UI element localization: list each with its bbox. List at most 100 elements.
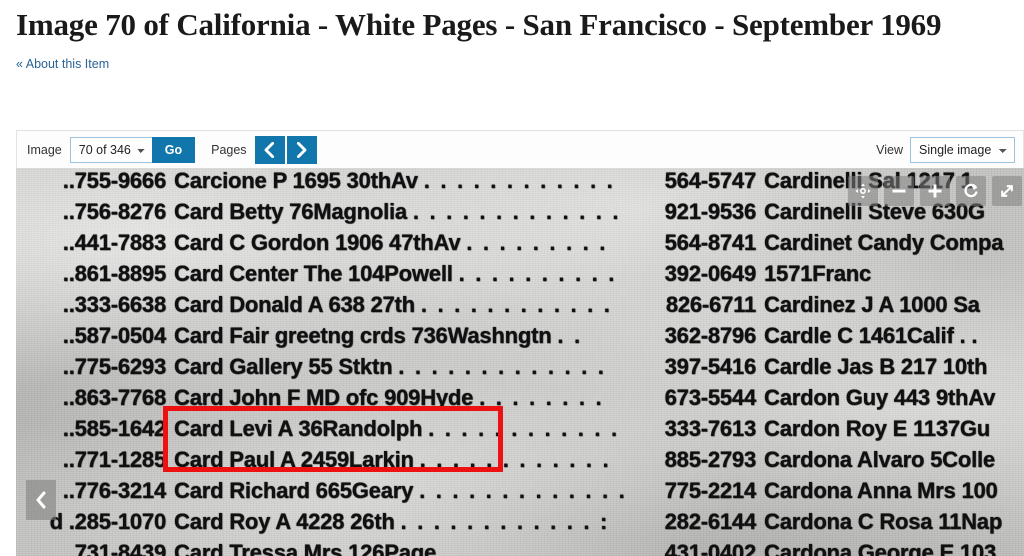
directory-phone-column-1: ..333-6638 [62,292,166,317]
directory-phone-column-1: ..755-9666 [62,168,166,193]
directory-phone-column-1: ..775-6293 [62,354,166,379]
pan-icon [855,183,871,199]
directory-row: ..333-6638 Card Donald A 638 27th . . . .… [16,292,1024,323]
directory-entry-name: Card Betty 76Magnolia [174,199,407,224]
directory-row: ..775-6293 Card Gallery 55 Stktn . . . . … [16,354,1024,385]
expand-icon [1001,185,1013,197]
fullscreen-button[interactable] [992,176,1022,206]
directory-name-column-1: Card Levi A 36Randolph . . . . . . . . .… [172,416,630,442]
directory-name-column-1: Card Richard 665Geary . . . . . . . . . … [172,478,630,504]
view-label: View [876,142,903,157]
directory-entry-name: Card Fair greetng crds 736Washngtn [174,323,552,348]
directory-name-column-1: Card Betty 76Magnolia . . . . . . . . . … [172,199,630,225]
previous-page-button[interactable] [254,135,285,164]
directory-phone-column-1: ..861-8895 [62,261,166,286]
toolbar-left-group: Image 70 of 346 Go Pages [27,135,319,164]
directory-row: ..771-1285 Card Paul A 2459Larkin . . . .… [16,447,1024,478]
directory-name-column-1: Card Center The 104Powell . . . . . . . … [172,261,630,287]
directory-phone-column-2: 431-0402 [664,540,757,556]
toolbar-right-group: View Single image [876,136,1015,163]
directory-entry-name: Card Tressa Mrs 126Page [174,540,436,556]
directory-name-column-2: Cardona C Rosa 11Nap [764,509,1003,534]
directory-phone-column-1: ..587-0504 [62,323,166,348]
directory-phone-column-2: 333-7613 [664,416,757,441]
zoom-in-button[interactable] [920,176,950,206]
directory-phone-column-2: 826-6711 [665,292,756,317]
directory-row: ..587-0504 Card Fair greetng crds 736Wash… [16,323,1024,354]
directory-entry-name: Card Richard 665Geary [174,478,414,503]
page-title: Image 70 of California - White Pages - S… [16,7,942,42]
directory-name-column-2: Cardinet Candy Compa [764,230,1004,255]
directory-name-column-2: Cardona Alvaro 5Colle [764,447,995,472]
directory-phone-column-2: 282-6144 [664,509,757,534]
directory-name-column-1: Card John F MD ofc 909Hyde . . . . . . .… [172,385,630,411]
directory-name-column-1: Card C Gordon 1906 47thAv . . . . . . . … [172,230,630,256]
zoom-out-button[interactable] [884,176,914,206]
directory-entry-name: Card Gallery 55 Stktn [174,354,393,379]
directory-phone-column-1: ..863-7768 [62,385,166,410]
directory-phone-column-2: 397-5416 [664,354,757,379]
dot-leader: . . . . . . . . [479,385,604,410]
dot-leader: . . . . . . . . . . . . . [398,354,607,379]
directory-phone-column-2: 775-2214 [664,478,757,503]
directory-phone-column-2: 673-5544 [664,385,757,410]
pages-label: Pages [211,142,247,157]
directory-phone-column-2: 362-8796 [664,323,757,348]
directory-phone-column-1: ..585-1642 [62,416,166,441]
rotate-button[interactable] [956,176,986,206]
chevron-left-icon [264,141,275,158]
image-select[interactable]: 70 of 346 [69,136,152,163]
directory-row: ..863-7768 Card John F MD ofc 909Hyde . .… [16,385,1024,416]
directory-name-column-1: Carcione P 1695 30thAv . . . . . . . . .… [172,168,630,194]
directory-entry-name: Card C Gordon 1906 47thAv [174,230,461,255]
directory-name-column-2: Cardle Jas B 217 10th [764,354,988,379]
directory-entry-name: Card Center The 104Powell [174,261,453,286]
directory-name-column-1: Card Paul A 2459Larkin . . . . . . . . .… [172,447,630,473]
dot-leader: . . . . . . . . . . [458,261,617,286]
directory-phone-column-1: ..731-8439 [62,540,166,556]
directory-row: ..861-8895 Card Center The 104Powell . . … [16,261,1024,292]
chevron-left-icon [36,491,46,509]
image-label: Image [27,142,62,157]
directory-name-column-2: Cardona George E 103 [764,540,996,556]
pan-button[interactable] [848,176,878,206]
directory-entry-name: Card Roy A 4228 26th [174,509,395,534]
directory-phone-column-1: ..756-8276 [62,199,166,224]
dot-leader: . . . . . . . . . . . . [428,416,620,441]
view-mode-select[interactable]: Single image [910,136,1015,163]
directory-phone-column-1: ..441-7883 [62,230,166,255]
about-this-item-link[interactable]: « About this Item [16,57,109,71]
dot-leader: . . . . . . . . . . . [441,540,617,556]
directory-name-column-2: Cardon Roy E 1137Gu [764,416,991,441]
directory-name-column-1: Card Fair greetng crds 736Washngtn . . [172,323,630,349]
directory-phone-column-2: 921-9536 [664,199,757,224]
directory-name-column-2: Cardon Guy 443 9thAv [764,385,996,410]
directory-name-column-1: Card Gallery 55 Stktn . . . . . . . . . … [172,354,630,380]
directory-entry-name: Card Paul A 2459Larkin [174,447,414,472]
directory-row: ..441-7883 Card C Gordon 1906 47thAv . . … [16,230,1024,261]
chevron-right-icon [297,141,307,158]
directory-phone-column-2: 564-8741 [664,230,757,255]
dot-leader: . . [557,323,583,348]
go-button[interactable]: Go [151,136,196,163]
image-select-group: 70 of 346 Go [69,136,196,163]
directory-entry-name: Card Donald A 638 27th [174,292,415,317]
directory-row: ..585-1642 Card Levi A 36Randolph . . . .… [16,416,1024,447]
directory-name-column-1: Card Roy A 4228 26th . . . . . . . . . .… [172,509,630,535]
directory-phone-column-1: ..771-1285 [62,447,166,472]
previous-image-overlay-button[interactable] [26,480,56,520]
next-page-button[interactable] [286,135,317,164]
dot-leader: . . . . . . . . . . . . : [400,509,610,534]
viewer-control-bar [848,176,1022,206]
scanned-page-viewport[interactable]: ..755-9666 Carcione P 1695 30thAv . . . .… [16,168,1024,556]
directory-name-column-2: Cardona Anna Mrs 100 [764,478,998,503]
directory-phone-column-2: 885-2793 [664,447,757,472]
dot-leader: . . . . . . . . . . . . . [412,199,621,224]
directory-name-column-1: Card Tressa Mrs 126Page . . . . . . . . … [172,540,630,556]
directory-row: d .285-1070 Card Roy A 4228 26th . . . . … [16,509,1024,540]
minus-icon [892,189,906,193]
viewer-toolbar: Image 70 of 346 Go Pages View Single ima… [16,130,1024,168]
directory-entry-name: Card Levi A 36Randolph [174,416,423,441]
directory-entry-name: Card John F MD ofc 909Hyde [174,385,474,410]
directory-phone-column-2: 392-0649 [664,261,757,286]
